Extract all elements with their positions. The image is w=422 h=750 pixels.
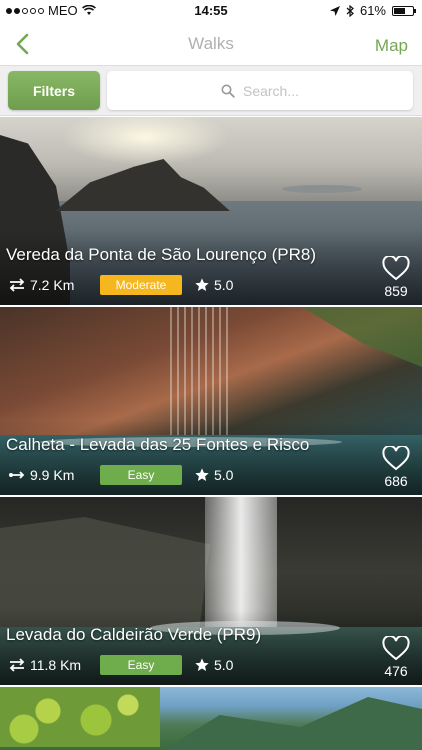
star-icon: [195, 468, 209, 481]
difficulty-badge: Easy: [100, 465, 182, 485]
search-field[interactable]: Search...: [107, 71, 413, 110]
favorites-count: 686: [384, 473, 408, 489]
walk-distance: 7.2 Km: [8, 277, 98, 293]
walk-card[interactable]: Levada do Caldeirão Verde (PR9) 11.8 Km …: [0, 497, 422, 685]
walk-meta: 9.9 Km Easy 5.0: [8, 465, 233, 485]
walk-rating: 5.0: [194, 277, 233, 293]
location-arrow-icon: [329, 5, 340, 16]
status-right: 61%: [329, 3, 416, 18]
battery-icon: [392, 5, 416, 16]
walk-title: Levada do Caldeirão Verde (PR9): [6, 625, 262, 644]
search-placeholder: Search...: [242, 82, 300, 99]
round-trip-arrows-icon: [9, 278, 25, 292]
favorite-button[interactable]: 476: [380, 636, 412, 679]
filters-button[interactable]: Filters: [8, 71, 100, 110]
round-trip-arrows-icon: [9, 658, 25, 672]
walk-card[interactable]: Vereda da Ponta de São Lourenço (PR8) 7.…: [0, 117, 422, 305]
filter-bar: Filters Search...: [0, 66, 422, 116]
walk-meta: 7.2 Km Moderate 5.0: [8, 275, 233, 295]
heart-icon: [382, 256, 410, 281]
favorites-count: 859: [384, 283, 408, 299]
rating-value: 5.0: [214, 467, 234, 483]
walk-rating: 5.0: [194, 467, 233, 483]
favorites-count: 476: [384, 663, 408, 679]
walk-title: Calheta - Levada das 25 Fontes e Risco: [6, 435, 310, 454]
star-icon: [195, 658, 209, 671]
walk-distance: 11.8 Km: [8, 657, 98, 673]
walk-meta: 11.8 Km Easy 5.0: [8, 655, 233, 675]
walk-rating: 5.0: [194, 657, 233, 673]
walk-card[interactable]: [0, 687, 422, 750]
distance-value: 11.8 Km: [30, 657, 82, 673]
heart-icon: [382, 636, 410, 661]
favorite-button[interactable]: 686: [380, 446, 412, 489]
distance-value: 9.9 Km: [30, 467, 75, 483]
map-button[interactable]: Map: [375, 36, 408, 56]
difficulty-badge: Moderate: [100, 275, 182, 295]
favorite-button[interactable]: 859: [380, 256, 412, 299]
bluetooth-icon: [346, 4, 354, 17]
walk-distance: 9.9 Km: [8, 467, 98, 483]
page-title: Walks: [188, 34, 234, 53]
search-icon: [221, 84, 235, 98]
distance-value: 7.2 Km: [30, 277, 75, 293]
navigation-bar: Walks Map: [0, 22, 422, 66]
rating-value: 5.0: [214, 657, 234, 673]
star-icon: [195, 278, 209, 291]
one-way-arrow-icon: [9, 471, 25, 479]
walk-title: Vereda da Ponta de São Lourenço (PR8): [6, 245, 316, 264]
rating-value: 5.0: [214, 277, 234, 293]
walk-card[interactable]: Calheta - Levada das 25 Fontes e Risco 9…: [0, 307, 422, 495]
battery-percent: 61%: [359, 3, 386, 18]
walk-photo: [0, 687, 422, 750]
heart-icon: [382, 446, 410, 471]
difficulty-badge: Easy: [100, 655, 182, 675]
status-bar: MEO 14:55 61%: [0, 0, 422, 22]
